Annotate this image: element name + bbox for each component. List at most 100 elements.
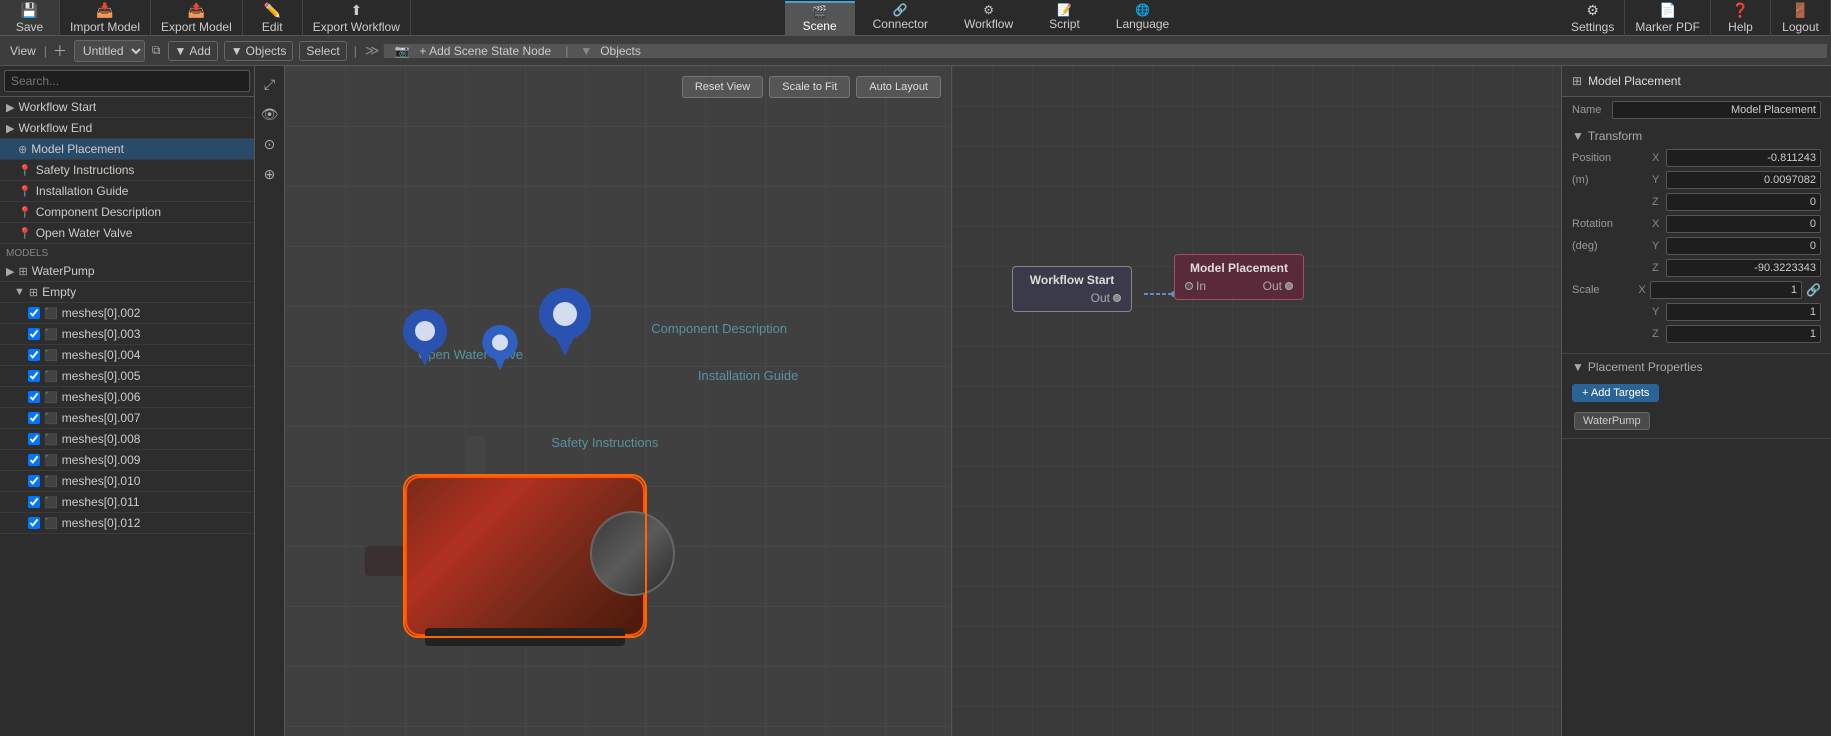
mesh-checkbox[interactable] [28,454,40,466]
add-icon[interactable]: ＋ [49,41,71,61]
collapse-icon[interactable]: ▼ [1572,129,1584,143]
pin-3 [535,286,595,364]
objects-scene-label[interactable]: Objects [596,44,645,58]
select-button[interactable]: Select [299,41,346,61]
sidebar-item-installation-guide[interactable]: 📍 Installation Guide [0,181,254,202]
save-button[interactable]: 💾 Save [0,0,60,35]
lock-icon[interactable]: 🔗 [1806,283,1821,297]
list-item[interactable]: ⬛ meshes[0].008 [0,429,254,450]
add-targets-button[interactable]: + Add Targets [1572,384,1659,402]
mesh-icon: ⬛ [44,433,58,446]
mesh-checkbox[interactable] [28,475,40,487]
rotation-z-row: Z -90.3223343 [1572,259,1821,277]
mesh-checkbox[interactable] [28,496,40,508]
position-z-input[interactable]: 0 [1666,193,1821,211]
position-unit-label: (m) [1572,174,1652,186]
tab-connector[interactable]: 🔗 Connector [855,1,946,33]
mesh-checkbox[interactable] [28,370,40,382]
workflow-start-node[interactable]: Workflow Start Out [1012,266,1132,312]
logout-button[interactable]: 🚪 Logout [1771,0,1831,36]
export-workflow-button[interactable]: ⬆ Export Workflow [303,0,411,35]
left-icon-panel: ⤢ 👁 ⊙ ⊕ [255,66,285,736]
import-model-button[interactable]: 📥 Import Model [60,0,151,35]
copy-icon[interactable]: ⧉ [148,43,165,58]
list-item[interactable]: ⬛ meshes[0].003 [0,324,254,345]
reset-view-button[interactable]: Reset View [682,76,763,98]
add-button[interactable]: ▼ Add [168,41,218,61]
sidebar-item-component-description[interactable]: 📍 Component Description [0,202,254,223]
crosshair-icon[interactable]: ⊙ [258,132,282,156]
export-model-button[interactable]: 📤 Export Model [151,0,243,35]
sidebar-item-workflow-start[interactable]: ▶ Workflow Start [0,97,254,118]
model-placement-node[interactable]: Model Placement In Out [1174,254,1304,300]
list-item[interactable]: ⬛ meshes[0].011 [0,492,254,513]
workflow-panel[interactable]: Workflow Start Out Model Placement [951,66,1561,736]
position-y-input[interactable]: 0.0097082 [1666,171,1821,189]
mesh-checkbox[interactable] [28,433,40,445]
marker-pdf-button[interactable]: 📄 Marker PDF [1625,0,1711,36]
in-port-circle [1185,282,1193,290]
transform-section-title: ▼ Transform [1572,129,1821,143]
add-scene-icon[interactable]: 📷 [390,44,413,58]
tab-language[interactable]: 🌐 Language [1098,1,1187,33]
sidebar-item-waterpump[interactable]: ▶ ⊞ WaterPump [0,261,254,282]
pin-icon: 📍 [18,206,32,219]
name-input[interactable] [1612,101,1821,119]
tab-workflow[interactable]: ⚙ Workflow [946,1,1031,33]
sidebar-item-safety-instructions[interactable]: 📍 Safety Instructions [0,160,254,181]
list-item[interactable]: ⬛ meshes[0].009 [0,450,254,471]
edit-button[interactable]: ✏️ Edit [243,0,303,35]
scale-z-input[interactable]: 1 [1666,325,1821,343]
name-label: Name [1572,104,1612,116]
scale-x-row: Scale X 1 🔗 [1572,281,1821,299]
auto-layout-button[interactable]: Auto Layout [856,76,941,98]
list-item[interactable]: ⬛ meshes[0].007 [0,408,254,429]
pin-2 [480,321,520,379]
mesh-checkbox[interactable] [28,412,40,424]
chevron-right-icon: ≫ [361,42,384,59]
search-input[interactable] [4,70,250,92]
help-button[interactable]: ❓ Help [1711,0,1771,36]
list-item[interactable]: ⬛ meshes[0].010 [0,471,254,492]
eye-icon[interactable]: 👁 [258,102,282,126]
rotation-y-input[interactable]: 0 [1666,237,1821,255]
sidebar-item-empty[interactable]: ▼ ⊞ Empty [0,282,254,303]
mesh-icon: ⬛ [44,328,58,341]
rotation-x-input[interactable]: 0 [1666,215,1821,233]
pin-1 [400,306,450,374]
mesh-checkbox[interactable] [28,349,40,361]
mesh-checkbox[interactable] [28,307,40,319]
ry-axis-label: Y [1652,240,1666,252]
position-x-input[interactable]: -0.811243 [1666,149,1821,167]
settings-button[interactable]: ⚙ Settings [1561,0,1625,36]
second-toolbar: View | ＋ Untitled ⧉ ▼ Add ▼ Objects Sele… [0,36,1831,66]
list-item[interactable]: ⬛ meshes[0].006 [0,387,254,408]
rotation-z-input[interactable]: -90.3223343 [1666,259,1821,277]
scale-x-input[interactable]: 1 [1650,281,1802,299]
mesh-checkbox[interactable] [28,328,40,340]
add-scene-state-label[interactable]: + Add Scene State Node [413,44,557,58]
expand-icon[interactable]: ⤢ [258,72,282,96]
out-port-circle [1285,282,1293,290]
collapse-placement-icon[interactable]: ▼ [1572,360,1584,374]
list-item[interactable]: ⬛ meshes[0].002 [0,303,254,324]
sidebar-item-open-water-valve[interactable]: 📍 Open Water Valve [0,223,254,244]
list-item[interactable]: ⬛ meshes[0].012 [0,513,254,534]
right-panel-title: Model Placement [1588,74,1681,88]
mesh-checkbox[interactable] [28,517,40,529]
scale-y-input[interactable]: 1 [1666,303,1821,321]
sidebar-item-model-placement[interactable]: ⊕ Model Placement [0,139,254,160]
list-item[interactable]: ⬛ meshes[0].005 [0,366,254,387]
mesh-checkbox[interactable] [28,391,40,403]
objects-button[interactable]: ▼ Objects [224,41,294,61]
untitled-select[interactable]: Untitled [74,40,145,62]
tab-scene[interactable]: 🎬 Scene [785,1,855,35]
scale-to-fit-button[interactable]: Scale to Fit [769,76,850,98]
tab-script[interactable]: 📝 Script [1031,1,1098,33]
rotation-x-row: Rotation X 0 [1572,215,1821,233]
list-item[interactable]: ⬛ meshes[0].004 [0,345,254,366]
arrow-icon: ▶ [6,265,14,278]
sidebar-item-workflow-end[interactable]: ▶ Workflow End [0,118,254,139]
scene-viewport[interactable]: Component Description Installation Guide… [285,66,951,736]
zoom-icon[interactable]: ⊕ [258,162,282,186]
